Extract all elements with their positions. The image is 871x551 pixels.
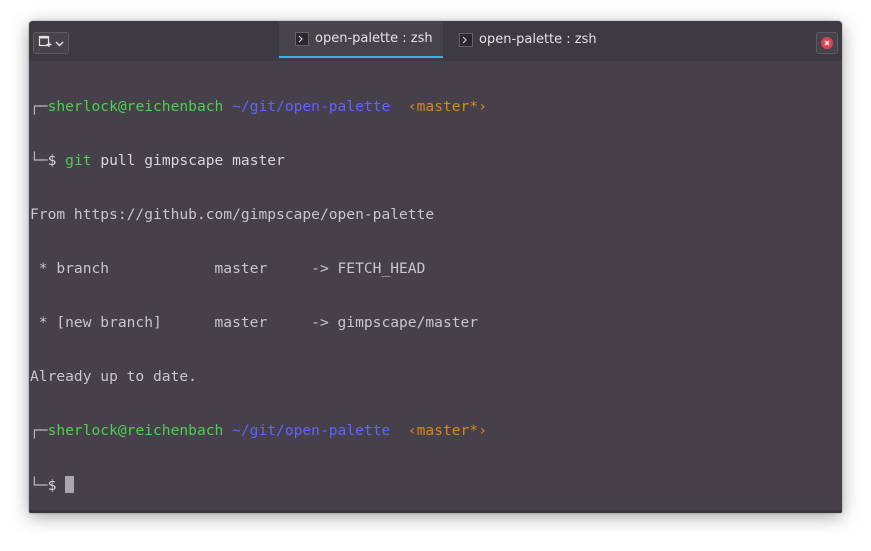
command-line: └─$ git pull gimpscape master xyxy=(30,152,841,170)
prompt-symbol: $ xyxy=(47,477,57,494)
prompt-path: ~/git/open-palette xyxy=(232,98,391,115)
output-line: Already up to date. xyxy=(30,368,197,385)
input-line[interactable]: └─$ xyxy=(30,476,841,494)
command-name: git xyxy=(65,152,92,169)
terminal-icon xyxy=(295,31,309,46)
chevron-down-icon xyxy=(55,34,64,52)
prompt-user-host: sherlock@reichenbach xyxy=(47,422,224,439)
prompt-user-host: sherlock@reichenbach xyxy=(47,98,224,115)
prompt-line-top: ┌─sherlock@reichenbach ~/git/open-palett… xyxy=(30,98,841,116)
new-tab-icon xyxy=(38,34,52,53)
terminal-window: open-palette : zsh open-palette : zsh ┌─… xyxy=(29,21,842,513)
prompt-branch: ‹master*› xyxy=(407,98,487,115)
terminal-icon xyxy=(459,32,473,47)
tab-2[interactable]: open-palette : zsh xyxy=(445,21,609,58)
new-tab-button[interactable] xyxy=(33,32,69,54)
close-button[interactable] xyxy=(816,32,838,54)
output-line: From https://github.com/gimpscape/open-p… xyxy=(30,206,435,223)
prompt-line-top: ┌─sherlock@reichenbach ~/git/open-palett… xyxy=(30,422,841,440)
title-bar: open-palette : zsh open-palette : zsh xyxy=(29,21,842,61)
tab-1[interactable]: open-palette : zsh xyxy=(279,21,443,58)
prompt-branch: ‹master*› xyxy=(407,422,487,439)
prompt-corner: ┌─ xyxy=(30,422,48,439)
terminal-output[interactable]: ┌─sherlock@reichenbach ~/git/open-palett… xyxy=(30,62,841,510)
close-icon xyxy=(821,37,833,49)
command-args: pull gimpscape master xyxy=(100,152,285,169)
tab-label: open-palette : zsh xyxy=(479,32,597,47)
output-line: * branch master -> FETCH_HEAD xyxy=(30,260,426,277)
prompt-corner: └─ xyxy=(30,152,48,169)
text-cursor xyxy=(65,476,75,493)
prompt-symbol: $ xyxy=(47,152,57,169)
output-line: * [new branch] master -> gimpscape/maste… xyxy=(30,314,479,331)
tab-label: open-palette : zsh xyxy=(315,31,433,46)
prompt-corner: └─ xyxy=(30,477,48,494)
prompt-path: ~/git/open-palette xyxy=(232,422,391,439)
prompt-corner: ┌─ xyxy=(30,98,48,115)
window-bottom-edge xyxy=(29,510,842,513)
